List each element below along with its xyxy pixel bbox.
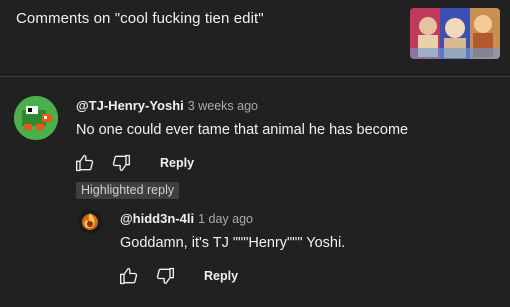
reply-text: Goddamn, it's TJ """Henry""" Yoshi. [120, 235, 346, 251]
comment-text: No one could ever tame that animal he ha… [76, 122, 409, 138]
thumbs-up-icon [120, 267, 138, 285]
thumbs-down-icon [156, 267, 174, 285]
thumbnail-image [410, 8, 500, 59]
fire-avatar-icon [78, 210, 102, 234]
reply-time[interactable]: 1 day ago [198, 212, 253, 226]
thumbs-up-icon [76, 154, 94, 172]
dislike-button[interactable] [110, 152, 132, 174]
comment-author[interactable]: @TJ-Henry-Yoshi [76, 98, 184, 113]
like-button[interactable] [118, 265, 140, 287]
yoshi-avatar-icon [14, 96, 58, 140]
avatar[interactable] [14, 96, 58, 140]
header-title: Comments on "cool fucking tien edit" [16, 10, 264, 27]
reply-button[interactable]: Reply [160, 156, 194, 170]
avatar[interactable] [78, 210, 102, 234]
thumbs-down-icon [112, 154, 130, 172]
comment-time[interactable]: 3 weeks ago [188, 99, 258, 113]
comment-actions: Reply [74, 152, 194, 174]
dislike-button[interactable] [154, 265, 176, 287]
reply-meta: @hidd3n-4li 1 day ago [120, 211, 253, 226]
reply-actions: Reply [118, 265, 238, 287]
comment-meta: @TJ-Henry-Yoshi 3 weeks ago [76, 98, 258, 113]
reply-author[interactable]: @hidd3n-4li [120, 211, 194, 226]
divider [0, 76, 510, 77]
reply-button[interactable]: Reply [204, 269, 238, 283]
highlighted-reply-badge: Highlighted reply [76, 182, 180, 199]
video-thumbnail[interactable] [410, 8, 500, 59]
like-button[interactable] [74, 152, 96, 174]
